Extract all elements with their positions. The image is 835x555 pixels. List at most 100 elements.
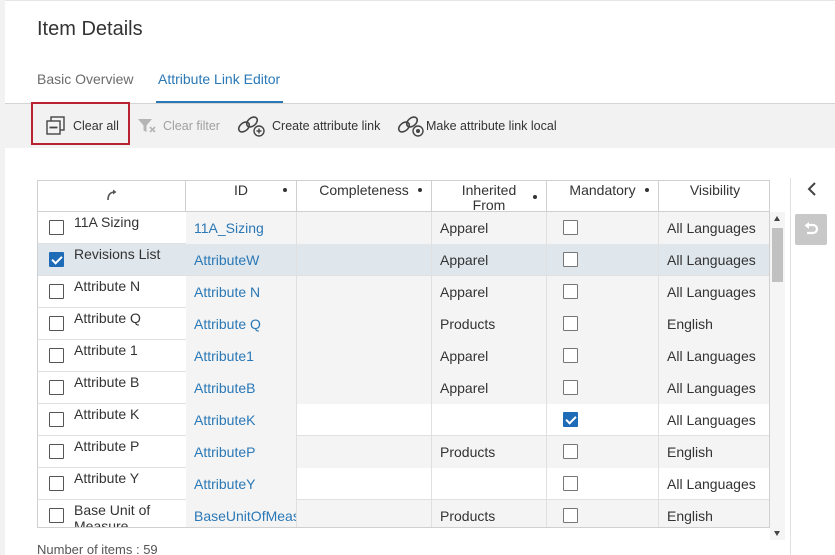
attribute-name-cell: Attribute P (38, 436, 186, 468)
completeness-column-header[interactable]: Completeness (297, 181, 432, 212)
visibility-cell: English (659, 436, 769, 468)
mandatory-checkbox[interactable] (563, 380, 578, 395)
table-row[interactable]: Attribute P AttributeP Products English (38, 436, 769, 468)
inherited-from-value: Apparel (440, 348, 489, 364)
mandatory-cell (547, 276, 659, 308)
tab-basic-overview[interactable]: Basic Overview (37, 71, 133, 87)
clear-filter-label: Clear filter (163, 119, 220, 133)
mandatory-cell (547, 372, 659, 404)
id-cell: 11A_Sizing (186, 212, 297, 244)
clear-filter-button[interactable]: Clear filter (136, 104, 220, 148)
attribute-id-link[interactable]: AttributeP (194, 444, 255, 460)
table-row[interactable]: Revisions List AttributeW Apparel All Langu… (38, 244, 769, 276)
row-select-checkbox[interactable] (49, 252, 64, 267)
scroll-down-icon[interactable] (774, 531, 780, 536)
attribute-name: Attribute B (74, 374, 140, 390)
row-select-checkbox[interactable] (49, 348, 64, 363)
mandatory-cell (547, 468, 659, 500)
mandatory-checkbox[interactable] (563, 316, 578, 331)
id-column-header[interactable]: ID (186, 181, 297, 212)
row-select-checkbox[interactable] (49, 316, 64, 331)
top-divider (0, 0, 835, 1)
row-select-checkbox[interactable] (49, 284, 64, 299)
clear-filter-icon (138, 119, 156, 133)
mandatory-checkbox[interactable] (563, 444, 578, 459)
vertical-scrollbar[interactable] (770, 212, 785, 540)
attribute-id-link[interactable]: Attribute N (194, 284, 260, 300)
column-menu-icon[interactable] (283, 188, 287, 192)
inherited-from-value: Products (440, 508, 496, 524)
inherited-from-value: Apparel (440, 252, 489, 268)
undo-icon (804, 221, 819, 234)
attribute-id-link[interactable]: AttributeK (194, 412, 255, 428)
attribute-id-link[interactable]: BaseUnitOfMeasure (194, 508, 296, 524)
table-row[interactable]: 11A Sizing 11A_Sizing Apparel All Languages (38, 212, 769, 244)
row-select-checkbox[interactable] (49, 220, 64, 235)
attribute-id-link[interactable]: Attribute1 (194, 348, 254, 364)
create-attribute-link-button[interactable]: Create attribute link (235, 104, 380, 148)
visibility-cell: All Languages (659, 468, 769, 500)
mandatory-checkbox[interactable] (563, 508, 578, 523)
row-select-checkbox[interactable] (49, 476, 64, 491)
inherited-from-cell: Apparel (432, 340, 547, 372)
table-row[interactable]: Base Unit of Measure BaseUnitOfMeasure Pro… (38, 500, 769, 527)
visibility-cell: All Languages (659, 340, 769, 372)
inherited-from-column-label: Inherited From (461, 182, 517, 213)
attribute-name: Attribute K (74, 406, 140, 422)
row-select-checkbox[interactable] (49, 444, 64, 459)
table-row[interactable]: Attribute B AttributeB Apparel All Language… (38, 372, 769, 404)
row-select-checkbox[interactable] (49, 380, 64, 395)
mandatory-checkbox[interactable] (563, 412, 578, 427)
collapse-chevron-icon[interactable] (805, 180, 819, 198)
column-menu-icon[interactable] (645, 188, 649, 192)
id-cell: Attribute1 (186, 340, 297, 372)
visibility-column-header[interactable]: Visibility (659, 181, 769, 212)
completeness-cell (297, 468, 432, 500)
tab-attribute-link-editor[interactable]: Attribute Link Editor (158, 71, 280, 87)
attribute-id-link[interactable]: Attribute Q (194, 316, 261, 332)
mandatory-checkbox[interactable] (563, 252, 578, 267)
attribute-id-link[interactable]: AttributeY (194, 476, 255, 492)
mandatory-checkbox[interactable] (563, 284, 578, 299)
column-menu-icon[interactable] (418, 188, 422, 192)
attribute-id-link[interactable]: AttributeW (194, 252, 259, 268)
undo-button[interactable] (795, 214, 827, 245)
mandatory-checkbox[interactable] (563, 348, 578, 363)
scrollbar-thumb[interactable] (772, 228, 783, 282)
table-row[interactable]: Attribute N Attribute N Apparel All Languag… (38, 276, 769, 308)
table-row[interactable]: Attribute Q Attribute Q Products English (38, 308, 769, 340)
create-link-icon (237, 116, 265, 137)
attribute-name: Attribute P (74, 438, 140, 454)
visibility-value: All Languages (667, 380, 756, 396)
inherited-from-column-header[interactable]: Inherited From (432, 181, 547, 213)
mandatory-checkbox[interactable] (563, 220, 578, 235)
table-row[interactable]: Attribute K AttributeK All Languages (38, 404, 769, 436)
completeness-cell (297, 404, 432, 436)
column-menu-icon[interactable] (533, 195, 537, 199)
side-panel-divider (790, 178, 791, 555)
mandatory-column-header[interactable]: Mandatory (547, 181, 659, 212)
item-details-page: Item Details Basic Overview Attribute Li… (0, 0, 835, 555)
row-select-checkbox[interactable] (49, 508, 64, 523)
visibility-value: English (667, 508, 713, 524)
completeness-cell (297, 276, 432, 308)
inherited-from-cell: Apparel (432, 212, 547, 244)
completeness-cell (297, 500, 432, 527)
table-row[interactable]: Attribute Y AttributeY All Languages (38, 468, 769, 500)
inherited-from-value: Apparel (440, 220, 489, 236)
attribute-id-link[interactable]: 11A_Sizing (194, 220, 264, 236)
visibility-cell: English (659, 308, 769, 340)
make-attribute-link-local-label: Make attribute link local (426, 119, 557, 133)
attribute-name-cell: Attribute K (38, 404, 186, 436)
mandatory-checkbox[interactable] (563, 476, 578, 491)
visibility-column-label: Visibility (689, 182, 741, 198)
select-column-header[interactable] (38, 181, 186, 212)
make-attribute-link-local-button[interactable]: Make attribute link local (395, 104, 557, 148)
scroll-up-icon[interactable] (774, 216, 780, 221)
visibility-value: All Languages (667, 476, 756, 492)
inherited-from-value: Apparel (440, 284, 489, 300)
mandatory-column-label: Mandatory (569, 182, 636, 198)
row-select-checkbox[interactable] (49, 412, 64, 427)
attribute-id-link[interactable]: AttributeB (194, 380, 255, 396)
table-row[interactable]: Attribute 1 Attribute1 Apparel All Language… (38, 340, 769, 372)
